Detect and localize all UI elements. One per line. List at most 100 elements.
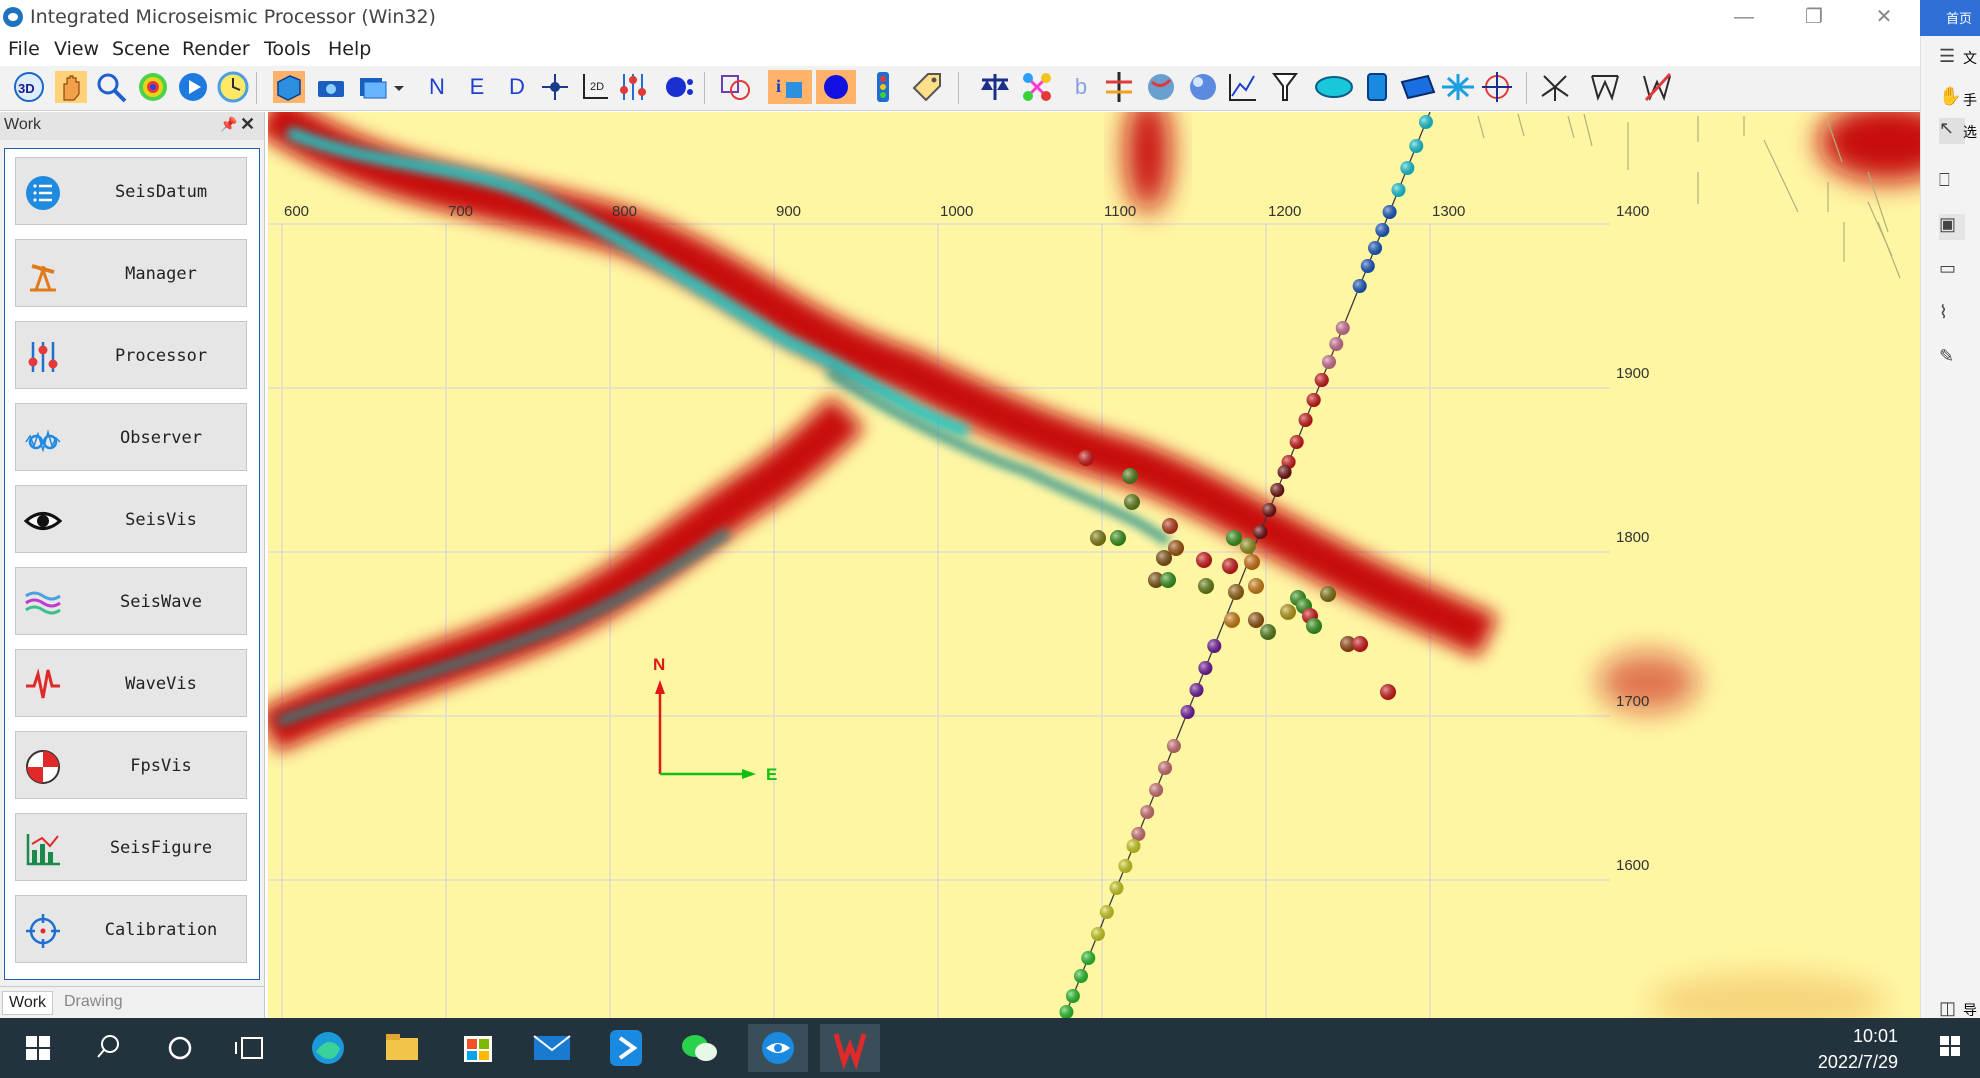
balance-icon[interactable] (978, 70, 1012, 104)
menu-view[interactable]: View (54, 38, 99, 60)
menu-scene[interactable]: Scene (112, 38, 170, 60)
menu-icon[interactable]: ☰ (1939, 46, 1965, 72)
attach-icon[interactable]: ⌇ (1939, 302, 1965, 328)
explorer-icon[interactable] (372, 1024, 432, 1072)
clock-date: 2022/7/29 (1817, 1052, 1898, 1072)
tab-drawing[interactable]: Drawing (58, 991, 129, 1013)
network-icon[interactable] (1020, 70, 1054, 104)
minimize-button[interactable]: — (1714, 2, 1774, 32)
image-export-icon[interactable] (356, 70, 390, 104)
task-view-icon[interactable] (222, 1024, 282, 1072)
sliders-icon[interactable] (616, 70, 650, 104)
home-tab[interactable]: 首页 (1920, 0, 1980, 36)
notification-icon[interactable] (1920, 1024, 1980, 1072)
windows-start-icon[interactable] (8, 1024, 68, 1072)
close-panel-icon[interactable]: ✕ (240, 114, 255, 135)
crosshair-icon[interactable] (538, 70, 572, 104)
wavevis-button[interactable]: WaveVis (15, 649, 247, 717)
aircraft-icon[interactable] (1438, 70, 1478, 104)
pin-icon[interactable]: 📌 (220, 116, 237, 133)
stage-point-shading (1306, 393, 1321, 407)
down-axis-icon[interactable]: D (500, 70, 534, 104)
stage-point-shading (1065, 989, 1080, 1003)
x-tick-label: 900 (776, 203, 801, 220)
info-icon[interactable]: i (768, 70, 812, 104)
stage-point-shading (1314, 373, 1329, 387)
play-icon[interactable] (176, 70, 210, 104)
image-icon[interactable]: ▣ (1939, 214, 1965, 240)
fpsvis-button[interactable]: FpsVis (15, 731, 247, 799)
globe-icon[interactable] (1144, 70, 1178, 104)
shapes-icon[interactable] (718, 70, 752, 104)
traffic-light-icon[interactable] (866, 70, 900, 104)
cube-icon[interactable] (272, 70, 306, 104)
color-sphere-icon[interactable] (136, 70, 170, 104)
2d-axis-icon[interactable]: 2D (578, 70, 612, 104)
cursor-icon[interactable]: ↖ (1939, 118, 1965, 144)
tag-icon[interactable] (910, 70, 944, 104)
plane-icon[interactable] (1398, 70, 1438, 104)
manager-button[interactable]: Manager (15, 239, 247, 307)
close-button[interactable]: ✕ (1854, 2, 1914, 32)
store-icon[interactable] (448, 1024, 508, 1072)
pan-hand-icon[interactable] (54, 70, 88, 104)
seisfigure-button[interactable]: SeisFigure (15, 813, 247, 881)
seisdatum-button[interactable]: SeisDatum (15, 157, 247, 225)
particle-icon[interactable] (660, 70, 694, 104)
calibration-button[interactable]: Calibration (15, 895, 247, 963)
target-icon[interactable] (1480, 70, 1514, 104)
x-tick-label: 1300 (1432, 203, 1465, 220)
search-icon[interactable] (78, 1024, 138, 1072)
wps-icon[interactable] (820, 1024, 880, 1072)
zoom-icon[interactable] (94, 70, 128, 104)
menu-tools[interactable]: Tools (264, 38, 311, 60)
y-tick-label: 1900 (1616, 365, 1649, 382)
fan-icon[interactable] (1538, 70, 1572, 104)
north-axis-icon[interactable]: N (420, 70, 454, 104)
seisvis-app-icon[interactable] (748, 1024, 808, 1072)
camera-icon[interactable] (314, 70, 348, 104)
stage-point-shading (1375, 223, 1390, 237)
hand-icon[interactable]: ✋ (1939, 86, 1965, 112)
comment-icon[interactable]: ▭ (1939, 258, 1965, 284)
b-value-icon[interactable]: b (1064, 70, 1098, 104)
observer-button[interactable]: Observer (15, 403, 247, 471)
w-icon[interactable] (1588, 70, 1622, 104)
sign-icon[interactable]: ✎ (1939, 346, 1965, 372)
well-icon[interactable] (1102, 70, 1136, 104)
cortana-icon[interactable] (150, 1024, 210, 1072)
filter-icon[interactable] (1268, 70, 1302, 104)
ellipse-icon[interactable] (1314, 70, 1354, 104)
menu-file[interactable]: File (8, 38, 40, 60)
seisvis-button[interactable]: SeisVis (15, 485, 247, 553)
edge-icon[interactable] (298, 1024, 358, 1072)
mail-icon[interactable] (522, 1024, 582, 1072)
bookmark-icon[interactable]: ⎕ (1939, 170, 1965, 196)
x-tick-label: 1000 (940, 203, 973, 220)
cylinder-icon[interactable] (1360, 70, 1394, 104)
3d-viewport[interactable]: 600 700 800 900 1000 1100 1200 1300 1400… (268, 112, 1920, 1018)
processor-button[interactable]: Processor (15, 321, 247, 389)
stage-point-shading (1262, 503, 1277, 517)
map-canvas[interactable]: 600 700 800 900 1000 1100 1200 1300 1400… (268, 112, 1920, 1018)
seiswave-button[interactable]: SeisWave (15, 567, 247, 635)
clock-icon[interactable] (216, 70, 250, 104)
circle-fill-icon[interactable] (816, 70, 856, 104)
east-axis-icon[interactable]: E (460, 70, 494, 104)
graph-icon[interactable] (1226, 70, 1260, 104)
menu-help[interactable]: Help (328, 38, 371, 60)
w-strike-icon[interactable] (1640, 70, 1674, 104)
stage-point-shading (1289, 435, 1304, 449)
maximize-button[interactable]: ❐ (1784, 2, 1844, 32)
feishu-icon[interactable] (596, 1024, 656, 1072)
dropdown-icon[interactable] (392, 70, 406, 104)
tab-work[interactable]: Work (2, 991, 54, 1015)
title-bar: Integrated Microseismic Processor (Win32… (0, 0, 1920, 34)
menu-render[interactable]: Render (182, 38, 250, 60)
3d-view-icon[interactable]: 3D (12, 70, 46, 104)
wechat-icon[interactable] (670, 1024, 730, 1072)
stage-point-shading (1368, 241, 1383, 255)
right-sidebar: ☰ 文 ✋ 手 ↖ 选 ⎕ ▣ ▭ ⌇ ✎ ◫ 导 (1920, 36, 1980, 1018)
map-background (268, 112, 1920, 1018)
sphere-icon[interactable] (1186, 70, 1220, 104)
